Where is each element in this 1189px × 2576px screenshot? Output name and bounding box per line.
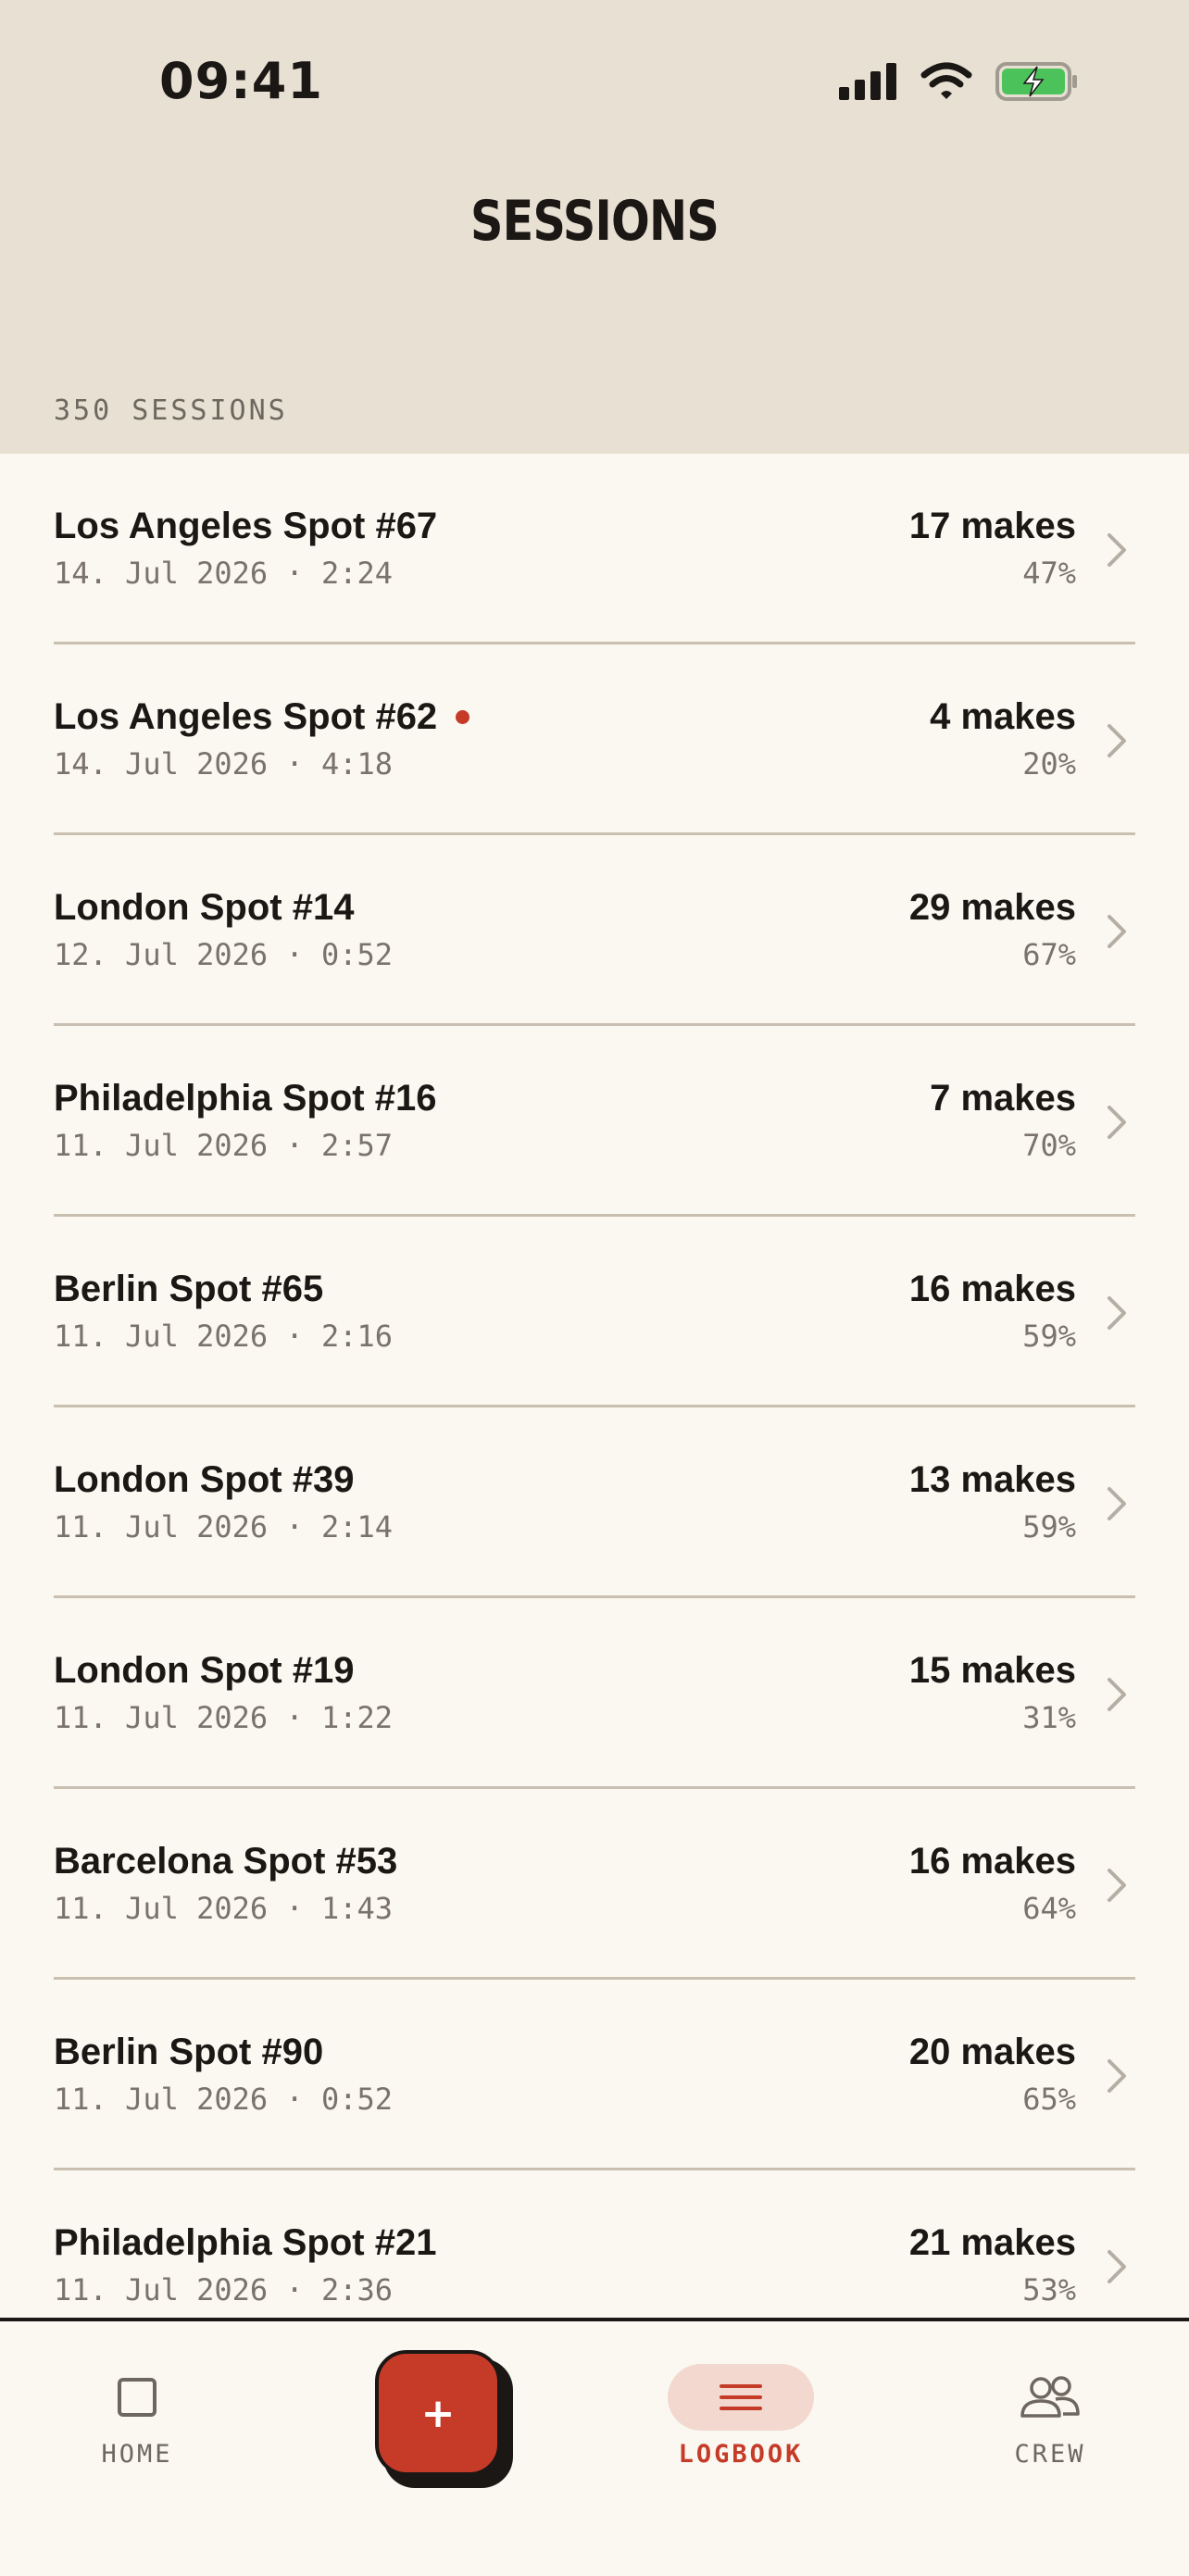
battery-charging-icon (995, 62, 1077, 101)
tab-home-label: HOME (101, 2440, 173, 2469)
status-time: 09:41 (159, 52, 323, 110)
chevron-right-icon (1108, 1869, 1126, 1902)
session-percent: 53% (1022, 2272, 1076, 2307)
list-icon (720, 2384, 762, 2410)
session-date: 14. Jul 2026 · 4:18 (54, 746, 394, 782)
session-date: 11. Jul 2026 · 2:14 (54, 1509, 394, 1544)
signal-icon (839, 63, 896, 100)
home-square-icon (118, 2378, 156, 2417)
session-row[interactable]: Berlin Spot #65 11. Jul 2026 · 2:16 16 m… (0, 1217, 1189, 1407)
session-count: 350 SESSIONS (54, 394, 288, 427)
session-name: Los Angeles Spot #67 (54, 506, 438, 546)
session-makes: 17 makes (908, 506, 1076, 546)
session-makes: 16 makes (908, 1269, 1076, 1309)
tab-active-indicator (668, 2364, 814, 2431)
session-name: Philadelphia Spot #21 (54, 2222, 437, 2263)
session-percent: 70% (1022, 1128, 1076, 1163)
plus-icon: + (420, 2389, 456, 2437)
chevron-right-icon (1108, 1678, 1126, 1711)
session-row[interactable]: Barcelona Spot #53 11. Jul 2026 · 1:43 1… (0, 1789, 1189, 1980)
session-row[interactable]: Los Angeles Spot #67 14. Jul 2026 · 2:24… (0, 454, 1189, 644)
session-percent: 59% (1022, 1509, 1076, 1544)
session-row[interactable]: London Spot #39 11. Jul 2026 · 2:14 13 m… (0, 1407, 1189, 1598)
session-list: Los Angeles Spot #67 14. Jul 2026 · 2:24… (0, 454, 1189, 2320)
session-name: Barcelona Spot #53 (54, 1841, 398, 1882)
session-makes: 16 makes (908, 1841, 1076, 1882)
session-makes: 4 makes (930, 696, 1076, 737)
chevron-right-icon (1108, 915, 1126, 948)
add-button-face: + (375, 2350, 501, 2476)
chevron-right-icon (1108, 1106, 1126, 1139)
session-date: 11. Jul 2026 · 2:57 (54, 1128, 394, 1163)
session-name: Berlin Spot #90 (54, 2032, 324, 2072)
session-percent: 67% (1022, 937, 1076, 972)
session-row[interactable]: Los Angeles Spot #62 14. Jul 2026 · 4:18… (0, 644, 1189, 835)
session-row[interactable]: Berlin Spot #90 11. Jul 2026 · 0:52 20 m… (0, 1980, 1189, 2170)
header: 09:41 SESSIONS 350 SESSIONS (0, 0, 1189, 454)
session-name: London Spot #39 (54, 1459, 355, 1500)
chevron-right-icon (1108, 1296, 1126, 1330)
session-row[interactable]: Philadelphia Spot #16 11. Jul 2026 · 2:5… (0, 1026, 1189, 1217)
session-name: London Spot #19 (54, 1650, 355, 1691)
session-makes: 20 makes (908, 2032, 1076, 2072)
session-makes: 13 makes (908, 1459, 1076, 1500)
session-date: 11. Jul 2026 · 2:16 (54, 1319, 394, 1354)
session-date: 11. Jul 2026 · 1:22 (54, 1700, 394, 1735)
session-row[interactable]: London Spot #14 12. Jul 2026 · 0:52 29 m… (0, 835, 1189, 1026)
status-icons (839, 57, 1080, 106)
session-percent: 31% (1022, 1700, 1076, 1735)
chevron-right-icon (1108, 533, 1126, 567)
session-date: 11. Jul 2026 · 0:52 (54, 2082, 394, 2117)
wifi-icon (920, 62, 972, 99)
tab-logbook-label: LOGBOOK (678, 2440, 804, 2469)
chevron-right-icon (1108, 724, 1126, 757)
session-percent: 20% (1022, 746, 1076, 782)
tab-bar: HOME + LOGBOOK CREW (0, 2318, 1189, 2576)
tab-logbook[interactable]: LOGBOOK (639, 2360, 843, 2469)
session-name: Berlin Spot #65 (54, 1269, 324, 1309)
session-row[interactable]: London Spot #19 11. Jul 2026 · 1:22 15 m… (0, 1598, 1189, 1789)
tab-crew[interactable]: CREW (948, 2360, 1152, 2469)
session-percent: 47% (1022, 556, 1076, 591)
tab-home[interactable]: HOME (35, 2360, 239, 2469)
session-makes: 29 makes (908, 887, 1076, 928)
people-icon (1020, 2376, 1080, 2418)
session-makes: 21 makes (908, 2222, 1076, 2263)
session-name: Philadelphia Spot #16 (54, 1078, 437, 1119)
chevron-right-icon (1108, 2250, 1126, 2283)
session-name: Los Angeles Spot #62 (54, 696, 470, 738)
session-percent: 59% (1022, 1319, 1076, 1354)
session-percent: 65% (1022, 2082, 1076, 2117)
chevron-right-icon (1108, 1487, 1126, 1520)
session-makes: 7 makes (930, 1078, 1076, 1119)
session-makes: 15 makes (908, 1650, 1076, 1691)
session-date: 12. Jul 2026 · 0:52 (54, 937, 394, 972)
session-date: 11. Jul 2026 · 2:36 (54, 2272, 394, 2307)
session-row[interactable]: Philadelphia Spot #21 11. Jul 2026 · 2:3… (0, 2170, 1189, 2320)
unsynced-dot (456, 710, 470, 724)
session-percent: 64% (1022, 1891, 1076, 1926)
chevron-right-icon (1108, 2059, 1126, 2093)
page-title: SESSIONS (470, 189, 720, 254)
session-date: 11. Jul 2026 · 1:43 (54, 1891, 394, 1926)
session-date: 14. Jul 2026 · 2:24 (54, 556, 394, 591)
tab-crew-label: CREW (1014, 2440, 1086, 2469)
session-name: London Spot #14 (54, 887, 355, 928)
